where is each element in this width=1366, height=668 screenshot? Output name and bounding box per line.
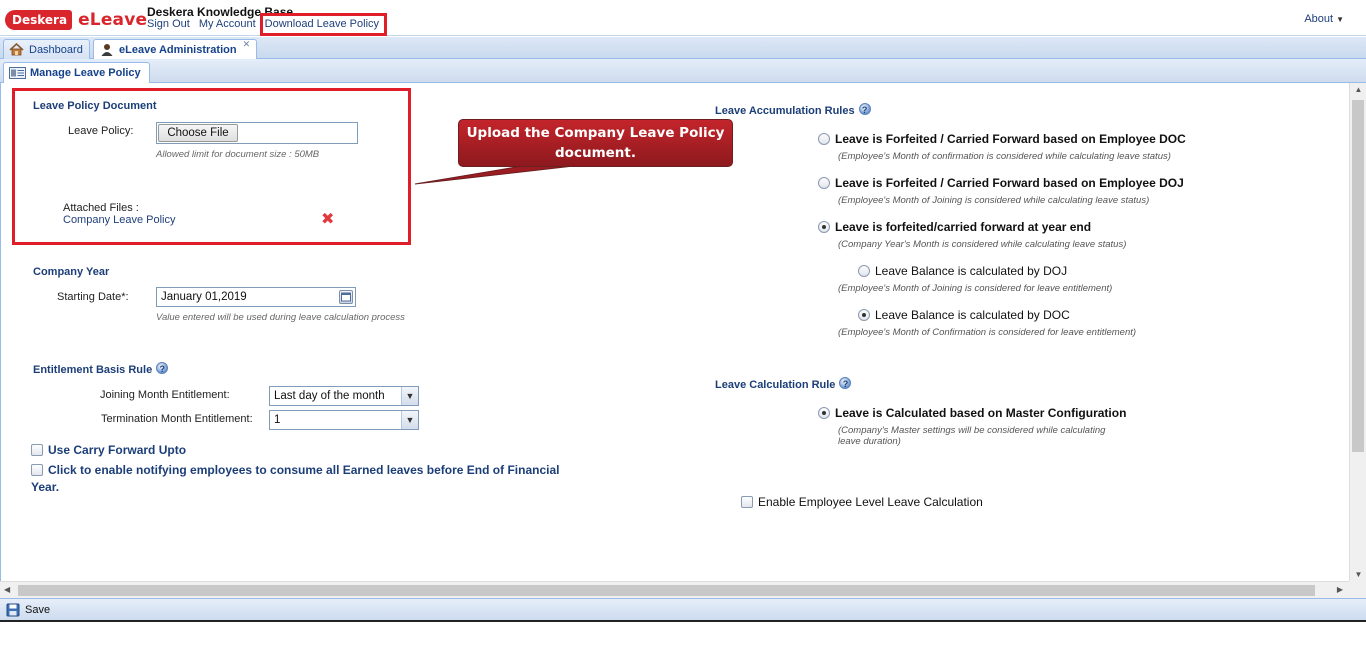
main-tab-strip: Dashboard eLeave Administration ✕ [0,37,1366,59]
help-icon[interactable]: ? [156,362,169,374]
year-end-radio[interactable] [818,221,830,233]
tab-eleave-administration-label: eLeave Administration [119,43,237,56]
chevron-down-icon[interactable]: ▼ [401,411,418,429]
doj-based-radio[interactable] [818,177,830,189]
close-icon[interactable]: ✕ [243,39,251,50]
doj-based-label: Leave is Forfeited / Carried Forward bas… [835,176,1184,190]
tab-manage-leave-policy-label: Manage Leave Policy [30,67,141,79]
vertical-scroll-thumb[interactable] [1352,100,1364,452]
about-label: About [1304,13,1334,25]
termination-month-label: Termination Month Entitlement: [101,413,253,425]
joining-month-label: Joining Month Entitlement: [100,389,230,401]
starting-date-hint: Value entered will be used during leave … [156,312,405,323]
chevron-down-icon: ▼ [1336,15,1344,24]
doj-based-hint: (Employee's Month of Joining is consider… [838,195,1150,206]
admin-user-icon [99,43,114,56]
year-end-label: Leave is forfeited/carried forward at ye… [835,220,1092,234]
master-config-radio[interactable] [818,407,830,419]
sign-out-link[interactable]: Sign Out [147,18,190,30]
scroll-up-icon[interactable]: ▲ [1350,85,1366,94]
notify-employees-checkbox[interactable] [31,464,43,476]
scroll-left-icon[interactable]: ◀ [4,585,10,594]
balance-doj-label: Leave Balance is calculated by DOJ [875,264,1068,278]
scroll-down-icon[interactable]: ▼ [1350,570,1366,579]
carry-forward-label: Use Carry Forward Upto [48,443,187,457]
doc-based-radio[interactable] [818,133,830,145]
master-config-hint: (Company's Master settings will be consi… [838,425,1106,436]
master-config-hint-cont: leave duration) [838,436,901,447]
top-header: Deskera eLeave Deskera Knowledge Base Si… [0,0,1366,36]
joining-month-select[interactable]: Last day of the month ▼ [269,386,419,406]
upload-section-highlight [12,88,411,245]
my-account-link[interactable]: My Account [199,18,256,30]
tab-manage-leave-policy[interactable]: Manage Leave Policy [3,62,150,83]
tab-dashboard[interactable]: Dashboard [3,39,90,59]
policy-form-icon [9,67,26,79]
entitlement-title-text: Entitlement Basis Rule [33,364,153,376]
carry-forward-checkbox[interactable] [31,444,43,456]
bottom-toolbar: Save [0,598,1366,622]
doc-based-hint: (Employee's Month of confirmation is con… [838,151,1171,162]
joining-month-value: Last day of the month [274,390,385,402]
starting-date-field[interactable]: January 01,2019 [156,287,356,307]
scrollbar-corner [1349,581,1366,598]
sub-tab-strip: Manage Leave Policy [0,59,1366,83]
termination-month-value: 1 [274,414,281,426]
termination-month-select[interactable]: 1 ▼ [269,410,419,430]
leave-accumulation-rules-title: Leave Accumulation Rules? [715,103,871,117]
save-button[interactable]: Save [6,603,50,617]
help-icon[interactable]: ? [839,377,852,389]
calculation-title-text: Leave Calculation Rule [715,379,836,391]
starting-date-label: Starting Date*: [57,291,129,303]
download-link-highlight [260,13,387,36]
calendar-icon[interactable] [339,290,353,304]
company-year-title: Company Year [33,266,110,278]
leave-calculation-rule-title: Leave Calculation Rule? [715,377,852,391]
logo-badge: Deskera [5,10,73,30]
logo-product-name: eLeave [78,10,148,30]
employee-level-label: Enable Employee Level Leave Calculation [758,495,983,509]
balance-doc-hint: (Employee's Month of Confirmation is con… [838,327,1137,338]
horizontal-scroll-thumb[interactable] [18,585,1315,596]
balance-doj-radio[interactable] [858,265,870,277]
balance-doc-label: Leave Balance is calculated by DOC [875,308,1070,322]
help-icon[interactable]: ? [858,103,871,115]
notify-employees-label: Click to enable notifying employees to c… [48,463,560,477]
doc-based-label: Leave is Forfeited / Carried Forward bas… [835,132,1186,146]
scroll-right-icon[interactable]: ▶ [1337,585,1343,594]
master-config-label: Leave is Calculated based on Master Conf… [835,406,1127,420]
horizontal-scrollbar[interactable]: ◀ ▶ [0,581,1349,598]
tab-eleave-administration[interactable]: eLeave Administration ✕ [93,39,258,59]
about-menu[interactable]: About ▼ [1304,13,1344,25]
balance-doc-radio[interactable] [858,309,870,321]
tab-dashboard-label: Dashboard [29,43,83,56]
save-label: Save [25,604,51,616]
year-end-hint: (Company Year's Month is considered whil… [838,239,1127,250]
balance-doj-hint: (Employee's Month of Joining is consider… [838,283,1113,294]
entitlement-basis-rule-title: Entitlement Basis Rule? [33,362,169,376]
notify-employees-label-cont: Year. [31,480,60,494]
deskera-logo: Deskera eLeave [5,8,147,32]
save-disk-icon [6,603,20,617]
employee-level-checkbox[interactable] [741,496,753,508]
chevron-down-icon[interactable]: ▼ [401,387,418,405]
upload-instruction-callout: Upload the Company Leave Policy document… [458,119,733,167]
dashboard-icon [9,43,24,56]
vertical-scrollbar[interactable]: ▲ ▼ [1349,83,1366,581]
accumulation-title-text: Leave Accumulation Rules [715,105,855,117]
starting-date-value: January 01,2019 [161,291,247,303]
